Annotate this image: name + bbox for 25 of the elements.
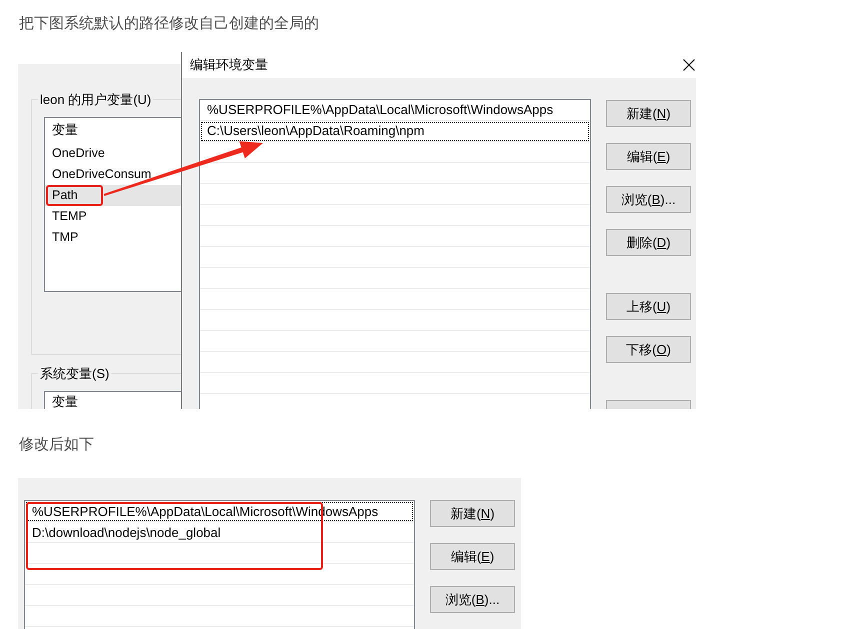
close-icon[interactable] [683, 59, 695, 71]
dialog-button[interactable]: 新建(N) [606, 100, 691, 127]
list-item[interactable]: OneDriveConsum [45, 164, 181, 185]
article-text: 把下图系统默认的路径修改自己创建的全局的 [19, 14, 320, 34]
dialog-button[interactable]: 下移(O) [606, 336, 691, 363]
column-header: 变量 [51, 393, 79, 409]
list-item[interactable]: Path [45, 185, 181, 206]
dialog-button[interactable]: 浏览(B)... [606, 186, 691, 213]
dialog-button[interactable]: 浏览(B)... [430, 586, 515, 613]
dialog-button[interactable]: 上移(U) [606, 293, 691, 320]
dialog-button[interactable]: 删除(D) [606, 229, 691, 256]
path-row[interactable]: %USERPROFILE%\AppData\Local\Microsoft\WindowsApps [200, 100, 590, 121]
list-item[interactable]: TEMP [45, 206, 181, 227]
path-row[interactable]: C:\Users\leon\AppData\Roaming\npm [200, 121, 590, 142]
column-header: 变量 [51, 121, 79, 139]
dialog-title: 编辑环境变量 [190, 56, 268, 74]
list-item[interactable]: OneDrive [45, 143, 181, 164]
article-text: 修改后如下 [19, 435, 95, 455]
list-item[interactable]: TMP [45, 227, 181, 248]
group-label: 系统变量(S) [39, 365, 110, 382]
group-label: leon 的用户变量(U) [39, 91, 152, 108]
dialog-button[interactable]: 编辑(E) [430, 543, 515, 570]
dialog-button[interactable]: 编辑(E) [606, 143, 691, 170]
path-row[interactable]: D:\download\nodejs\node_global [25, 522, 414, 543]
dialog-button[interactable]: 新建(N) [430, 500, 515, 527]
